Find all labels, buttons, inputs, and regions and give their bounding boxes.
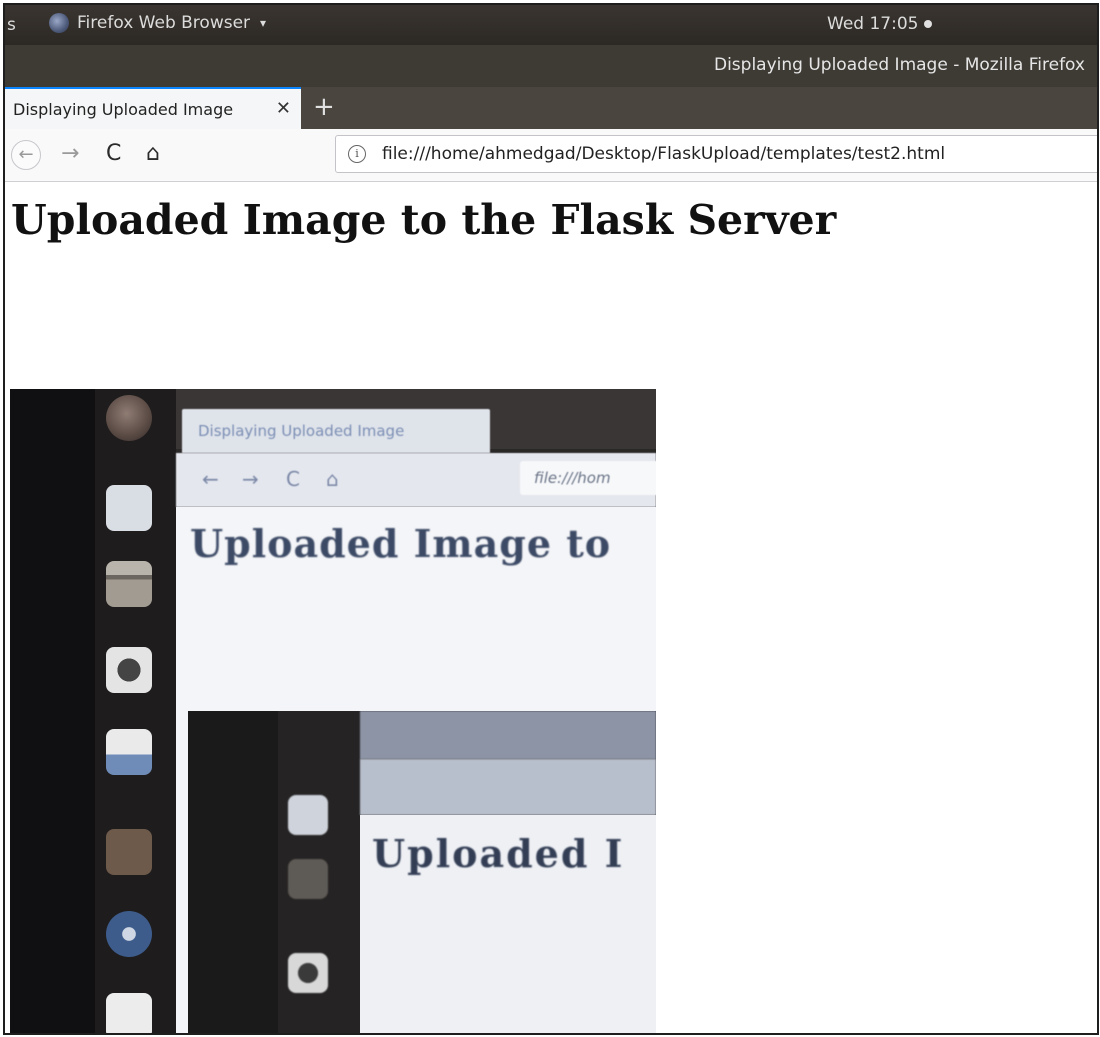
nested-tab-strip	[360, 711, 656, 759]
inner-home-icon: ⌂	[326, 467, 339, 491]
dock	[10, 389, 176, 1033]
window-title-bar[interactable]: Displaying Uploaded Image - Mozilla Fire…	[5, 45, 1097, 87]
nested-navigation-toolbar	[360, 759, 656, 815]
tab-label: Displaying Uploaded Image	[13, 99, 234, 119]
window-title: Displaying Uploaded Image - Mozilla Fire…	[713, 55, 1085, 75]
screenshot-frame: s Firefox Web Browser ▾ Wed 17:05 Displa…	[3, 3, 1099, 1035]
new-tab-button[interactable]: +	[313, 92, 335, 122]
system-top-panel: s Firefox Web Browser ▾ Wed 17:05	[5, 5, 1097, 45]
page-content: Uploaded Image to the Flask Server Displ…	[5, 182, 1097, 1033]
page-title: Uploaded Image to the Flask Server	[11, 196, 837, 244]
nested-screenshot: Uploaded I	[188, 711, 656, 1033]
files-dock-icon	[106, 561, 152, 607]
tab-displaying-uploaded-image[interactable]: Displaying Uploaded Image ✕	[5, 87, 301, 129]
back-button[interactable]: ←	[11, 140, 41, 170]
tab-strip: Displaying Uploaded Image ✕ +	[5, 87, 1097, 129]
nested-dock	[188, 711, 360, 1033]
firefox-dock-icon	[106, 395, 152, 441]
inner-page-title: Uploaded Image to	[190, 521, 612, 566]
home-button[interactable]: ⌂	[146, 141, 160, 166]
nested-page-title: Uploaded I	[372, 831, 625, 876]
forward-button[interactable]: →	[61, 141, 79, 166]
document-dock-icon	[106, 729, 152, 775]
navigation-toolbar: ← → C ⌂ i file:///home/ahmedgad/Desktop/…	[5, 129, 1097, 182]
url-bar[interactable]: i file:///home/ahmedgad/Desktop/FlaskUpl…	[335, 135, 1097, 173]
sound-dock-icon	[106, 647, 152, 693]
close-icon[interactable]: ✕	[276, 98, 291, 119]
nested-sound-icon	[288, 953, 328, 993]
firefox-icon	[49, 13, 69, 33]
inner-back-icon: ←	[202, 467, 219, 491]
nested-mail-icon	[288, 795, 328, 835]
help-dock-icon	[106, 911, 152, 957]
nested-files-icon	[288, 859, 328, 899]
inner-navigation-toolbar: ← → C ⌂ file:///hom	[176, 453, 656, 507]
inner-tab-label: Displaying Uploaded Image	[182, 409, 490, 453]
activities-button[interactable]: s	[7, 15, 16, 35]
reload-button[interactable]: C	[106, 141, 121, 166]
clock[interactable]: Wed 17:05	[827, 14, 933, 34]
inner-url-bar: file:///hom	[520, 461, 656, 495]
app-menu-label: Firefox Web Browser	[77, 13, 251, 33]
chevron-down-icon: ▾	[260, 16, 267, 30]
inner-reload-icon: C	[286, 467, 300, 491]
clock-label: Wed 17:05	[827, 14, 919, 34]
url-text[interactable]: file:///home/ahmedgad/Desktop/FlaskUploa…	[382, 144, 945, 164]
uploaded-image: Displaying Uploaded Image ← → C ⌂ file:/…	[10, 389, 656, 1033]
inner-forward-icon: →	[242, 467, 259, 491]
mail-dock-icon	[106, 485, 152, 531]
amazon-dock-icon	[106, 993, 152, 1033]
notification-dot-icon	[924, 20, 933, 28]
app-menu[interactable]: Firefox Web Browser ▾	[49, 13, 266, 33]
software-dock-icon	[106, 829, 152, 875]
info-icon[interactable]: i	[348, 145, 366, 163]
